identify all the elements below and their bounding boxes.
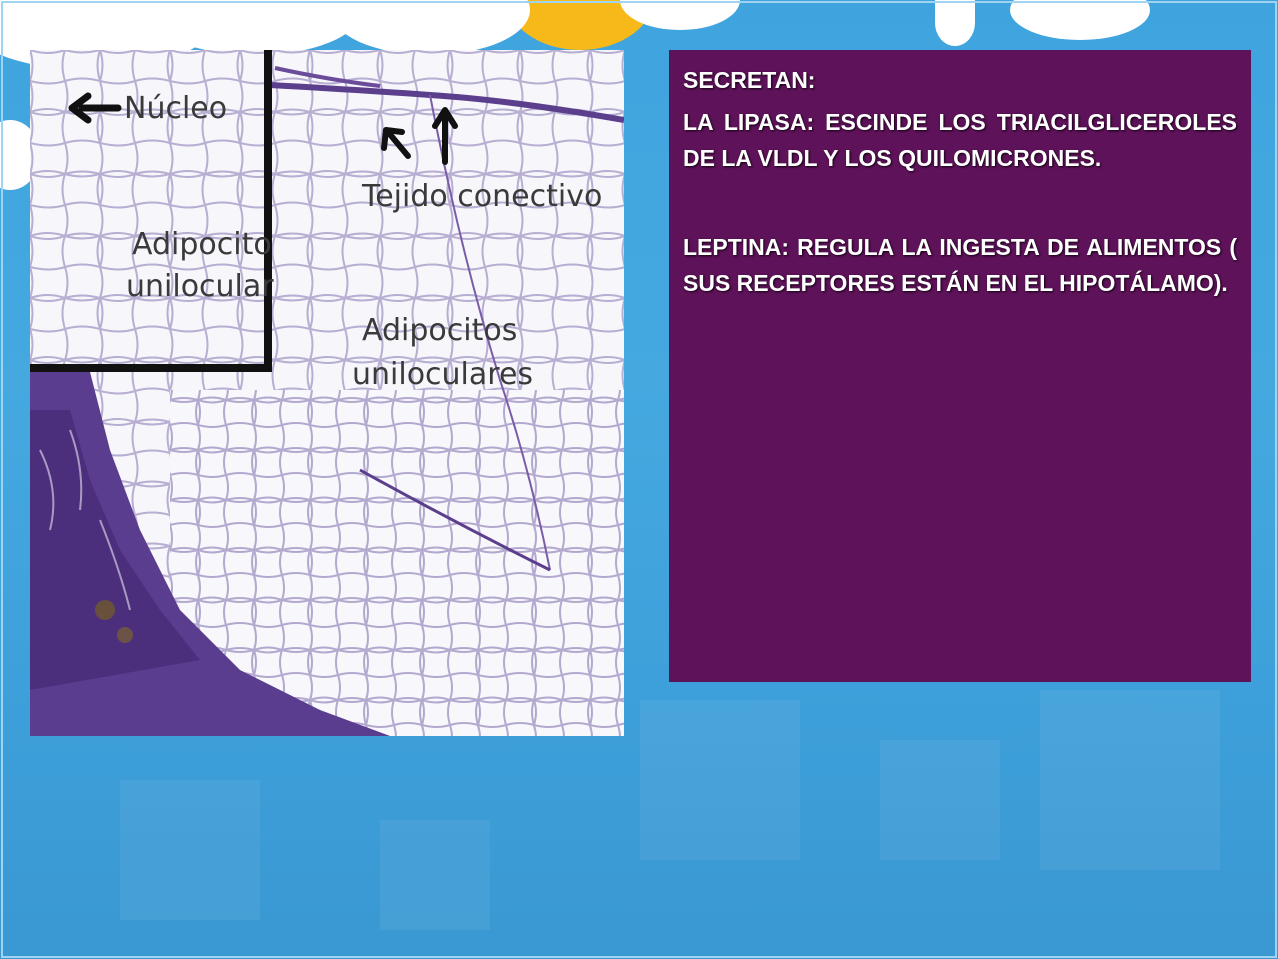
background-square (380, 820, 490, 930)
leptin-paragraph: LEPTINA: REGULA LA INGESTA DE ALIMENTOS … (683, 234, 1237, 296)
background-square (1040, 690, 1220, 870)
histology-image: Núcleo Adipocito unilocular Tejido conec… (30, 50, 624, 736)
lipase-paragraph: LA LIPASA: ESCINDE LOS TRIACILGLICEROLES… (683, 109, 1237, 171)
adipocytes-label-line1: Adipocitos (362, 313, 517, 348)
panel-heading: SECRETAN: (683, 67, 816, 93)
adipocytes-label-line2: uniloculares (352, 357, 533, 392)
background-square (120, 780, 260, 920)
background-square (640, 700, 800, 860)
cloud-shape (935, 0, 975, 46)
background-square (880, 740, 1000, 860)
adipocyte-label-line2: unilocular (126, 269, 274, 304)
slide: Núcleo Adipocito unilocular Tejido conec… (0, 0, 1278, 959)
cloud-shape (330, 0, 530, 55)
adipocyte-label-line1: Adipocito (132, 227, 272, 262)
cloud-shape (1010, 0, 1150, 40)
connective-tissue-label: Tejido conectivo (361, 179, 602, 214)
text-panel: SECRETAN: LA LIPASA: ESCINDE LOS TRIACIL… (669, 50, 1251, 682)
nucleus-label: Núcleo (124, 91, 227, 126)
